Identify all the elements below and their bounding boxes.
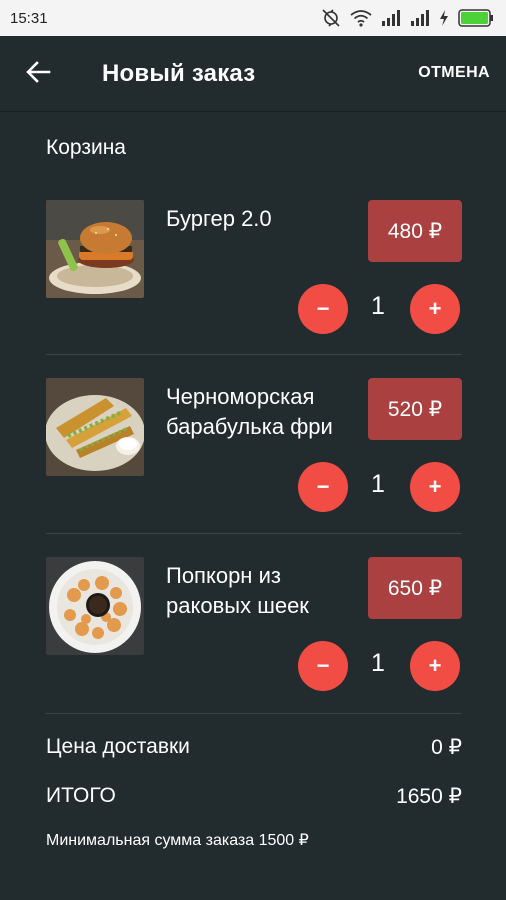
total-label: ИТОГО	[46, 784, 116, 807]
app-bar: Новый заказ ОТМЕНА	[0, 36, 506, 112]
quantity-value: 1	[371, 649, 385, 677]
arrow-left-icon	[25, 60, 51, 88]
burger-photo	[46, 200, 144, 298]
min-order-note: Минимальная сумма заказа 1500 ₽	[46, 832, 309, 849]
fried-fish-photo	[46, 378, 144, 476]
item-name: Черноморская барабулька фри	[166, 384, 333, 439]
item-name: Попкорн из раковых шеек	[166, 563, 309, 618]
item-name: Бургер 2.0	[166, 206, 272, 231]
increase-quantity-button[interactable]: +	[410, 641, 460, 691]
decrease-quantity-button[interactable]: −	[298, 284, 348, 334]
status-icons	[321, 9, 494, 27]
delivery-value: 0 ₽	[431, 736, 462, 759]
crayfish-popcorn-photo	[46, 557, 144, 655]
back-button[interactable]	[22, 60, 54, 88]
cart-item: Попкорн из раковых шеек 650 ₽ − 1 +	[0, 557, 506, 737]
cart-item: Бургер 2.0 480 ₽ − 1 +	[0, 200, 506, 380]
delivery-row: Цена доставки 0 ₽	[46, 735, 462, 760]
increase-quantity-button[interactable]: +	[410, 462, 460, 512]
page-title: Новый заказ	[102, 60, 256, 87]
sync-off-icon	[321, 9, 341, 27]
quantity-value: 1	[371, 292, 385, 320]
wifi-icon	[350, 9, 372, 27]
increase-quantity-button[interactable]: +	[410, 284, 460, 334]
quantity-value: 1	[371, 470, 385, 498]
total-value: 1650 ₽	[396, 785, 462, 808]
status-bar: 15:31	[0, 0, 506, 36]
divider	[46, 354, 462, 355]
cancel-button[interactable]: ОТМЕНА	[418, 64, 490, 82]
signal-icon	[410, 10, 430, 26]
price-tag: 480 ₽	[368, 200, 462, 262]
signal-icon	[381, 10, 401, 26]
cart-section-title: Корзина	[46, 136, 126, 159]
charging-icon	[439, 10, 449, 26]
price-tag: 520 ₽	[368, 378, 462, 440]
cart-item: Черноморская барабулька фри 520 ₽ − 1 +	[0, 378, 506, 558]
decrease-quantity-button[interactable]: −	[298, 641, 348, 691]
price-tag: 650 ₽	[368, 557, 462, 619]
status-time: 15:31	[10, 9, 48, 27]
delivery-label: Цена доставки	[46, 735, 190, 758]
divider	[46, 533, 462, 534]
decrease-quantity-button[interactable]: −	[298, 462, 348, 512]
total-row: ИТОГО 1650 ₽	[46, 784, 462, 809]
battery-icon	[458, 9, 494, 27]
divider	[46, 713, 462, 714]
